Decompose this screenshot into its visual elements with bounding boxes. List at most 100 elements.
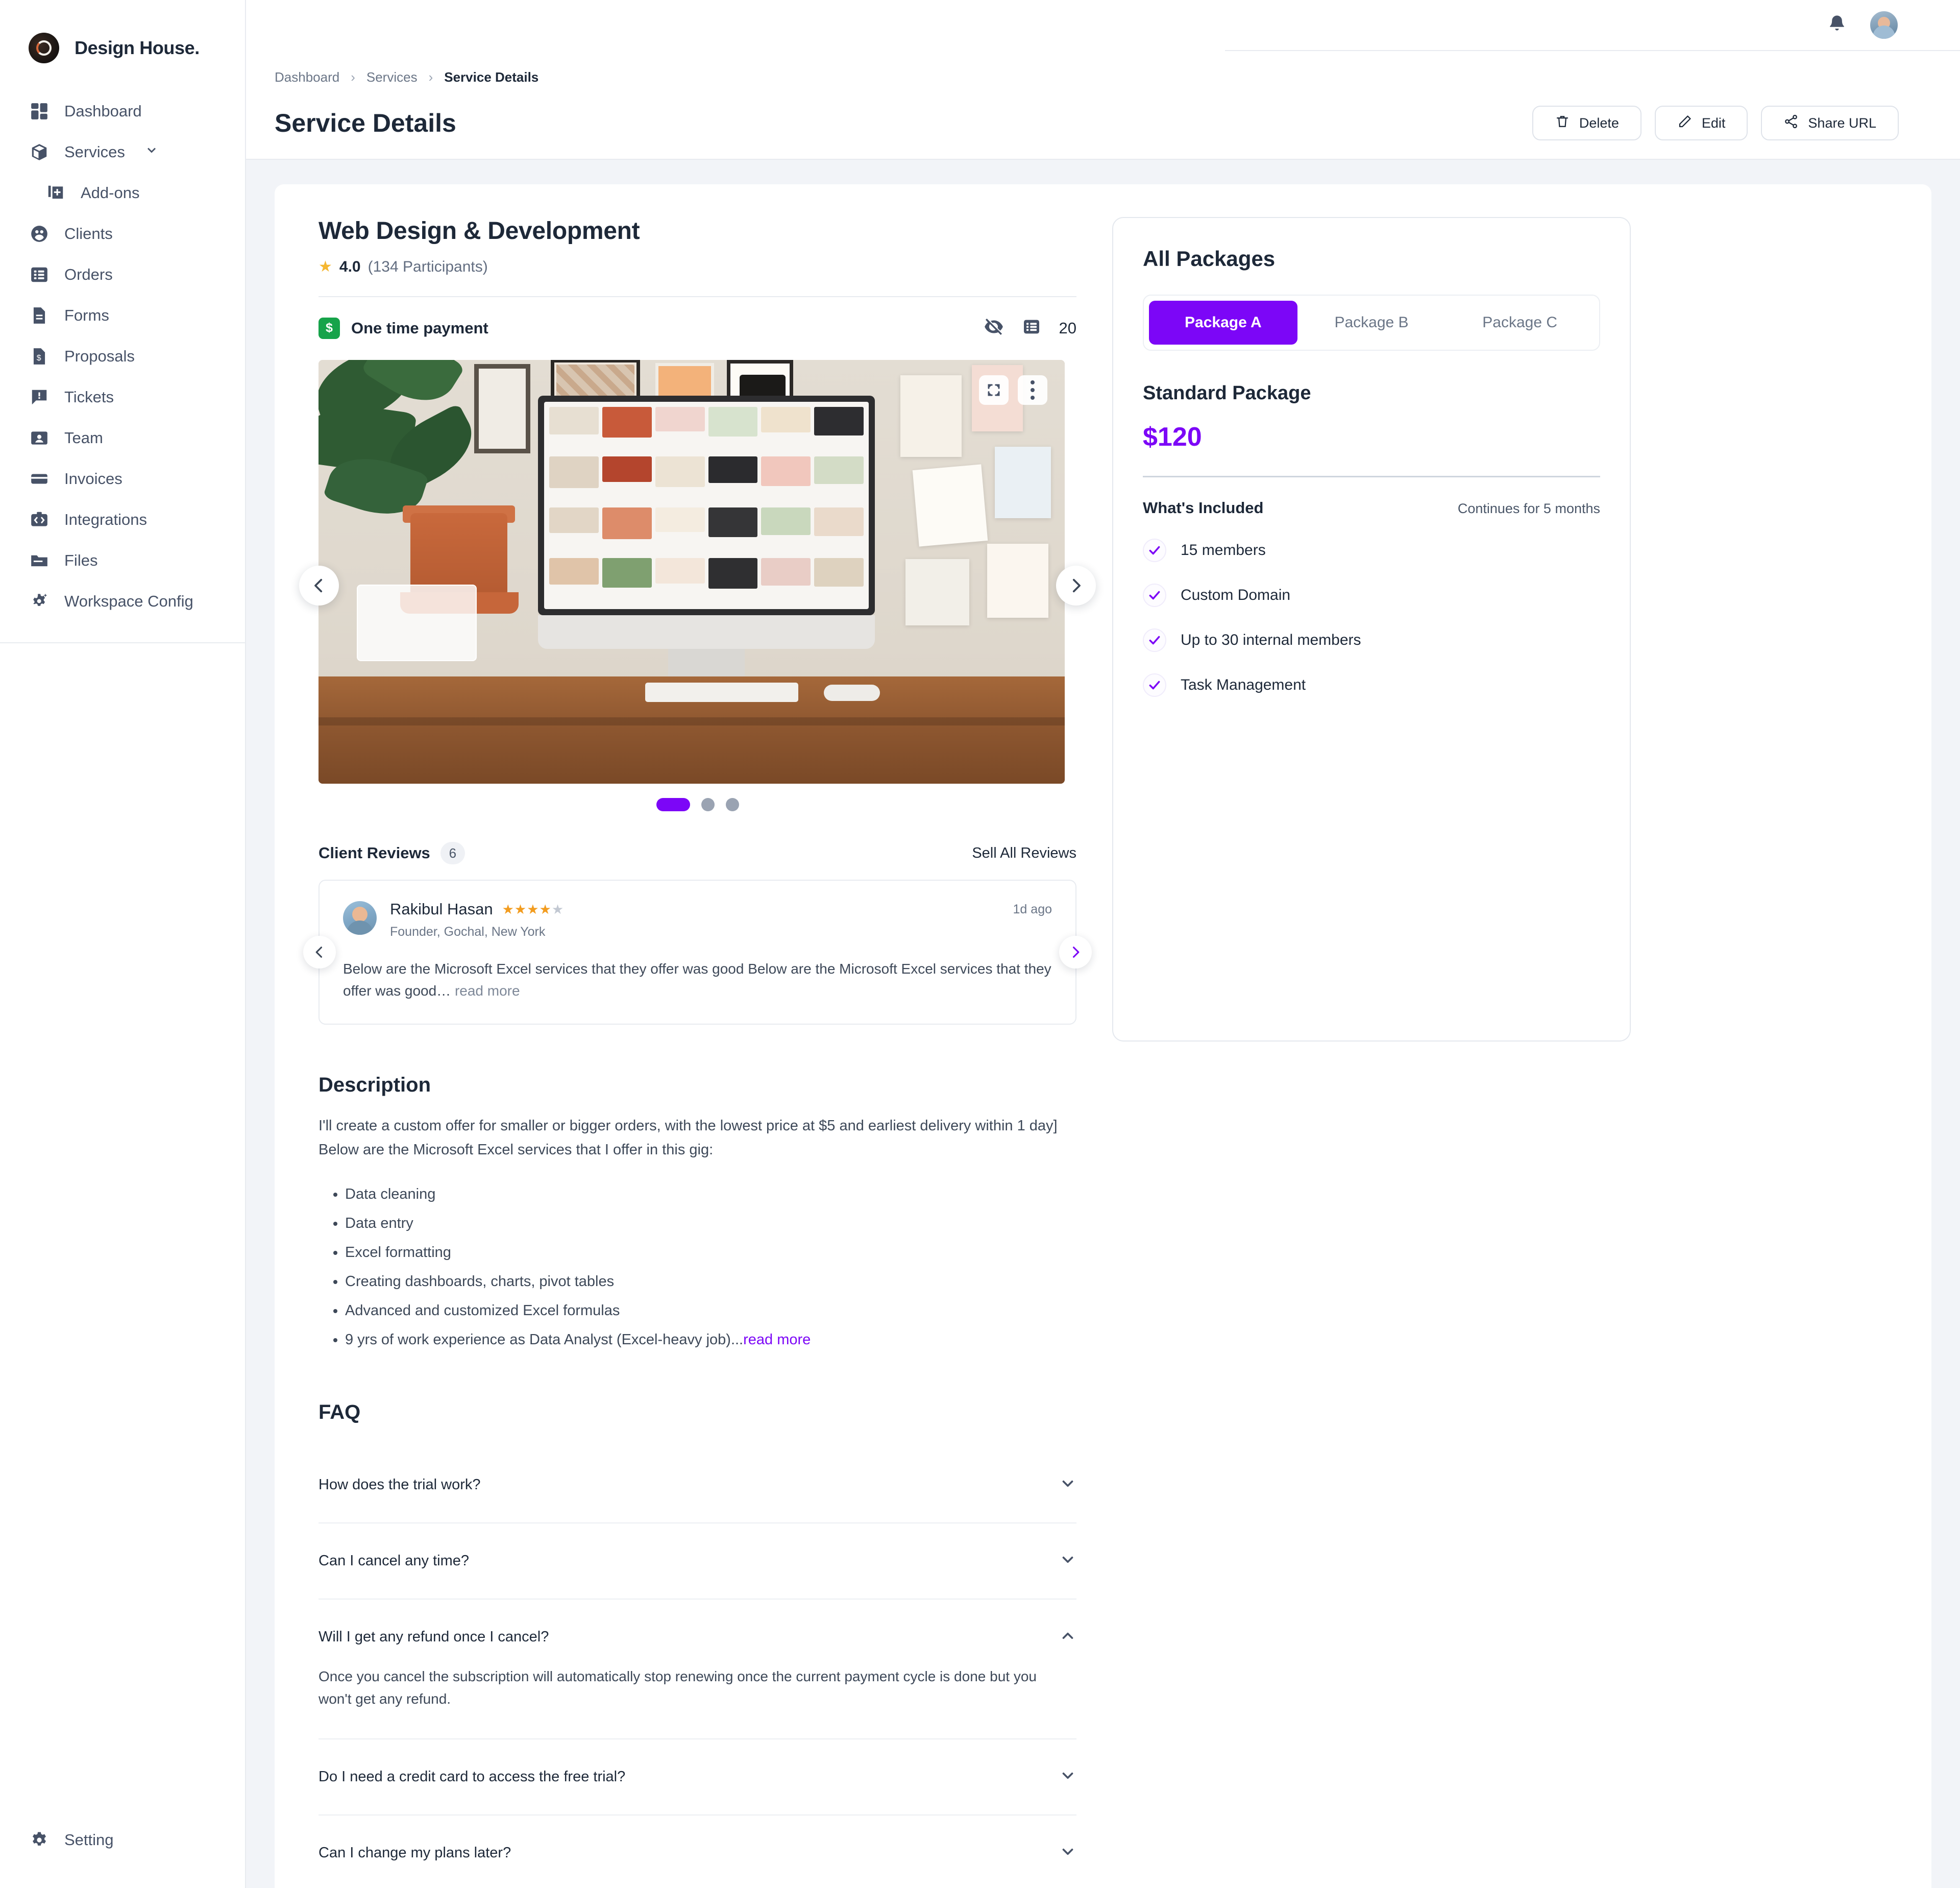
- review-stars: ★★★★★: [502, 901, 565, 917]
- trash-icon: [1555, 114, 1570, 133]
- sidebar: Design House. Dashboard Services Add-ons…: [0, 0, 246, 1888]
- delete-button[interactable]: Delete: [1532, 106, 1641, 140]
- sidebar-item-label: Setting: [64, 1831, 114, 1849]
- faq-question-row[interactable]: Can I change my plans later?: [318, 1843, 1076, 1863]
- sidebar-footer: Setting: [0, 1820, 245, 1888]
- description-read-more-link[interactable]: read more: [743, 1332, 811, 1348]
- fullscreen-icon[interactable]: [979, 375, 1009, 405]
- share-url-button-label: Share URL: [1808, 115, 1876, 131]
- files-icon: [29, 550, 50, 571]
- brand-name: Design House.: [75, 37, 200, 58]
- duration-note: Continues for 5 months: [1457, 501, 1600, 516]
- chevron-up-icon[interactable]: [1059, 1627, 1076, 1647]
- gallery-next-button[interactable]: [1056, 566, 1096, 606]
- review-read-more-link[interactable]: read more: [455, 983, 520, 999]
- faq-question: Can I change my plans later?: [318, 1845, 511, 1861]
- main-area: Dashboard › Services › Service Details S…: [246, 0, 1960, 1888]
- chevron-down-icon[interactable]: [1059, 1843, 1076, 1863]
- description-bullets: Data cleaning Data entry Excel formattin…: [318, 1182, 1076, 1352]
- sidebar-item-proposals[interactable]: $ Proposals: [0, 336, 245, 377]
- check-icon: [1143, 584, 1166, 607]
- share-icon: [1783, 114, 1799, 133]
- sidebar-item-workspace-config[interactable]: Workspace Config: [0, 581, 245, 622]
- review-prev-button[interactable]: [303, 935, 336, 969]
- check-icon: [1143, 673, 1166, 697]
- faq-question-row[interactable]: Can I cancel any time?: [318, 1551, 1076, 1571]
- eye-off-icon[interactable]: [984, 317, 1004, 340]
- review-time: 1d ago: [1013, 902, 1052, 916]
- gallery-image[interactable]: [318, 360, 1065, 784]
- list-item-text: 9 yrs of work experience as Data Analyst…: [345, 1331, 744, 1348]
- chevron-down-icon[interactable]: [1059, 1551, 1076, 1571]
- faq-question-row[interactable]: Will I get any refund once I cancel?: [318, 1627, 1076, 1647]
- feature-label: Custom Domain: [1181, 587, 1291, 603]
- breadcrumb-item-services[interactable]: Services: [366, 69, 418, 85]
- chevron-down-icon[interactable]: [1059, 1767, 1076, 1787]
- gallery-prev-button[interactable]: [299, 566, 339, 606]
- rating-value: 4.0: [339, 258, 361, 275]
- list-icon[interactable]: [1021, 317, 1042, 340]
- included-header: What's Included Continues for 5 months: [1143, 499, 1600, 517]
- breadcrumb: Dashboard › Services › Service Details: [275, 69, 1899, 85]
- sidebar-item-dashboard[interactable]: Dashboard: [0, 91, 245, 132]
- sidebar-item-invoices[interactable]: Invoices: [0, 458, 245, 499]
- proposals-icon: $: [29, 346, 50, 367]
- bell-icon[interactable]: [1826, 13, 1848, 37]
- brand[interactable]: Design House.: [0, 0, 245, 71]
- gallery-dot-1[interactable]: [656, 798, 690, 811]
- package-icon: [29, 141, 50, 163]
- faq-item-expanded: Will I get any refund once I cancel? Onc…: [318, 1600, 1076, 1740]
- faq-list: How does the trial work? Can I cancel an…: [318, 1447, 1076, 1888]
- chevron-down-icon[interactable]: [1059, 1475, 1076, 1495]
- divider: [1143, 476, 1600, 477]
- sidebar-item-integrations[interactable]: Integrations: [0, 499, 245, 540]
- check-icon: [1143, 539, 1166, 562]
- more-vertical-icon[interactable]: [1018, 375, 1047, 405]
- package-price: $120: [1143, 422, 1202, 452]
- list-item: 9 yrs of work experience as Data Analyst…: [345, 1328, 1076, 1352]
- description-paragraph: I'll create a custom offer for smaller o…: [318, 1117, 1058, 1158]
- tab-package-b[interactable]: Package B: [1297, 301, 1446, 345]
- sidebar-item-label: Clients: [64, 225, 113, 243]
- reviews-count-badge: 6: [440, 842, 465, 864]
- tab-package-a[interactable]: Package A: [1149, 301, 1297, 345]
- sidebar-item-services[interactable]: Services: [0, 132, 245, 173]
- edit-button[interactable]: Edit: [1654, 106, 1748, 140]
- dashboard-icon: [29, 101, 50, 122]
- tab-package-c[interactable]: Package C: [1446, 301, 1594, 345]
- faq-item: How does the trial work?: [318, 1447, 1076, 1523]
- breadcrumb-separator-icon: ›: [351, 69, 355, 85]
- chevron-down-icon[interactable]: [144, 143, 159, 161]
- reviewer-name: Rakibul Hasan: [390, 900, 493, 918]
- image-gallery: [299, 360, 1096, 811]
- sidebar-item-files[interactable]: Files: [0, 540, 245, 581]
- sidebar-item-add-ons[interactable]: Add-ons: [0, 173, 245, 213]
- feature-label: 15 members: [1181, 542, 1266, 559]
- see-all-reviews-link[interactable]: Sell All Reviews: [972, 845, 1076, 862]
- breadcrumb-item-dashboard[interactable]: Dashboard: [275, 69, 339, 85]
- sidebar-item-orders[interactable]: Orders: [0, 254, 245, 295]
- feature-item: Custom Domain: [1143, 584, 1600, 607]
- sidebar-item-team[interactable]: Team: [0, 418, 245, 458]
- sidebar-item-forms[interactable]: Forms: [0, 295, 245, 336]
- reviewer-role: Founder, Gochal, New York: [390, 925, 546, 939]
- gallery-dot-3[interactable]: [725, 798, 739, 811]
- package-name: Standard Package: [1143, 382, 1311, 404]
- faq-question-row[interactable]: How does the trial work?: [318, 1475, 1076, 1495]
- edit-button-label: Edit: [1701, 115, 1726, 131]
- review-next-button[interactable]: [1059, 935, 1092, 969]
- share-url-button[interactable]: Share URL: [1761, 106, 1899, 140]
- avatar[interactable]: [1869, 10, 1899, 40]
- gallery-dot-2[interactable]: [701, 798, 715, 811]
- sidebar-item-tickets[interactable]: Tickets: [0, 377, 245, 418]
- sidebar-item-label: Team: [64, 429, 103, 447]
- sidebar-item-clients[interactable]: Clients: [0, 213, 245, 254]
- faq-item: Can I change my plans later?: [318, 1816, 1076, 1888]
- invoices-icon: [29, 468, 50, 490]
- delete-button-label: Delete: [1579, 115, 1619, 131]
- review-text: Below are the Microsoft Excel services t…: [343, 961, 1051, 999]
- sidebar-item-setting[interactable]: Setting: [0, 1820, 245, 1860]
- faq-question-row[interactable]: Do I need a credit card to access the fr…: [318, 1767, 1076, 1787]
- image-controls: [979, 375, 1047, 405]
- page-head: Dashboard › Services › Service Details S…: [246, 51, 1960, 159]
